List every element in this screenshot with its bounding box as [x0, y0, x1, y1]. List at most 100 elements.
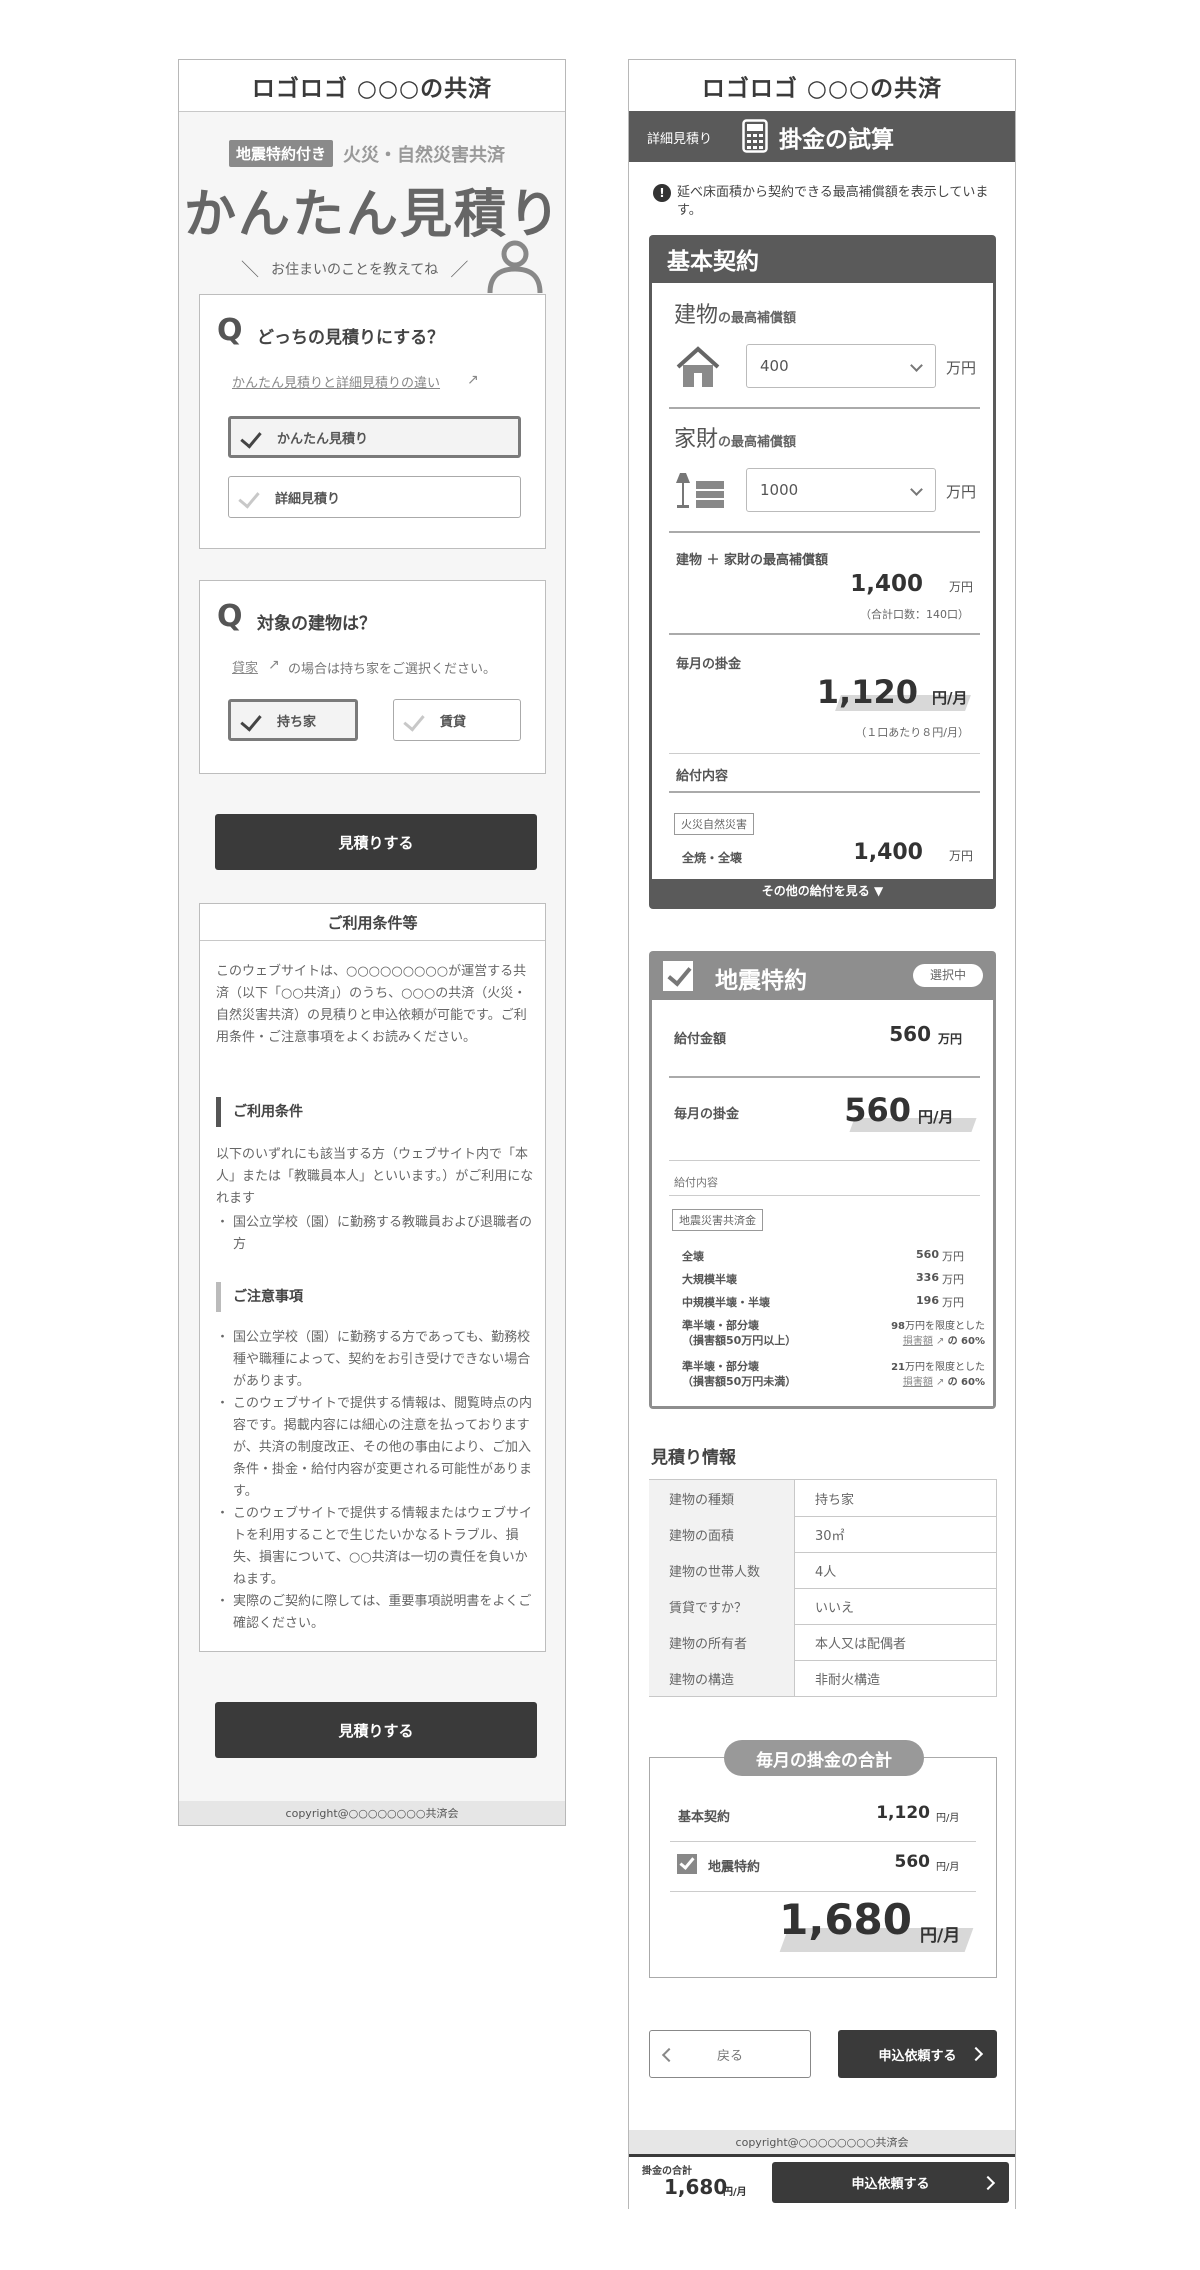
building-amount-select[interactable]: 400	[746, 344, 936, 388]
partial-damage-label: 準半壊・部分壊	[682, 1319, 759, 1332]
partial-damage-limit: 21万円を限度とした 損害額 ↗ の 60%	[891, 1362, 985, 1388]
hero-tagline: お住まいのことを教えてね	[271, 262, 439, 278]
page-title-bar: 詳細見積り 掛金の試算	[629, 111, 1015, 162]
chevron-right-icon	[980, 2175, 996, 2191]
partial-damage-limit: 98万円を限度とした 損害額 ↗ の 60%	[891, 1321, 985, 1347]
summary-total-unit: 円/月	[920, 1926, 961, 1946]
option-rental[interactable]: 賃貸	[393, 699, 521, 741]
monthly-premium-label: 毎月の掛金	[676, 657, 742, 672]
brand-header: ロゴロゴ ○○○の共済	[179, 60, 565, 112]
row-value: 336	[916, 1271, 939, 1284]
list-item: このウェブサイトで提供する情報またはウェブサイトを利用することで生じたいかなるト…	[216, 1503, 534, 1591]
rental-note: の場合は持ち家をご選択ください。	[288, 662, 497, 677]
summary-quake-label: 地震特約	[708, 1860, 761, 1875]
total-coverage-label: 建物 ＋ 家財の最高補償額	[676, 553, 829, 568]
estimate-type-question: Q どっちの見積りにする？ かんたん見積りと詳細見積りの違い ↗ かんたん見積り…	[199, 294, 546, 549]
per-unit-premium: （１口あたり８円/月）	[855, 726, 969, 739]
back-button[interactable]: 戻る	[649, 2030, 811, 2078]
copyright: copyright@○○○○○○○○共済会	[629, 2130, 1015, 2154]
page-title: 掛金の試算	[779, 127, 894, 153]
calculator-icon	[742, 119, 768, 153]
quake-tag: 地震災害共済金	[672, 1209, 763, 1231]
list-item: このウェブサイトで提供する情報は、閲覧時点の内容です。掲載内容には細心の注意を払…	[216, 1393, 534, 1503]
sticky-apply-button[interactable]: 申込依頼する	[772, 2162, 1009, 2203]
q-mark: Q	[217, 313, 243, 348]
notes-list: 国公立学校（園）に勤務する方であっても、勤務校種や職種によって、契約をお引き受け…	[216, 1327, 534, 1635]
row-unit: 万円	[942, 1296, 964, 1309]
furniture-label: 家財の最高補償額	[674, 427, 797, 452]
total-coverage-value: 1,400	[850, 571, 923, 597]
partial-damage-sub: （損害額50万円以上）	[682, 1334, 797, 1347]
option-detailed-estimate[interactable]: 詳細見積り	[228, 476, 521, 518]
chevron-down-icon	[910, 359, 923, 372]
house-icon	[676, 346, 720, 387]
product-category: 火災・自然災害共済	[343, 144, 506, 166]
external-link-icon: ↗	[268, 657, 280, 673]
estimate-difference-link[interactable]: かんたん見積りと詳細見積りの違い	[232, 372, 440, 391]
furniture-icon	[676, 473, 724, 508]
info-icon: !	[653, 184, 671, 202]
damage-amount-link[interactable]: 損害額	[903, 1377, 933, 1388]
option-owned-house[interactable]: 持ち家	[228, 699, 358, 741]
row-label: 大規模半壊	[682, 1273, 737, 1286]
partial-damage-label: 準半壊・部分壊	[682, 1360, 759, 1373]
detailed-estimate-screen: ロゴロゴ ○○○の共済 詳細見積り 掛金の試算 ! 延べ床面積から契約できる最高…	[628, 59, 1016, 2210]
unit-label: 万円	[946, 359, 977, 377]
summary-quake-checkbox[interactable]	[677, 1854, 697, 1874]
conditions-text: 以下のいずれにも該当する方（ウェブサイト内で「本人」または「教職員本人」といいま…	[216, 1147, 534, 1206]
earthquake-option-panel: 地震特約 選択中 給付金額 560 万円 毎月の掛金 560 円/月 給付内容 …	[649, 951, 996, 1409]
row-label: 全壊	[682, 1250, 704, 1263]
building-label: 建物の最高補償額	[674, 303, 797, 328]
q-mark: Q	[217, 599, 243, 634]
total-units: （合計口数：140口）	[860, 608, 969, 621]
check-icon	[679, 1854, 695, 1870]
conditions-list: 国公立学校（園）に勤務する教職員および退職者の方	[216, 1212, 534, 1256]
estimate-button[interactable]: 見積りする	[215, 814, 537, 870]
rental-house-link[interactable]: 貸家	[232, 657, 258, 676]
partial-damage-sub: （損害額50万円未満）	[682, 1375, 797, 1388]
table-row: 建物の種類 持ち家	[649, 1480, 997, 1517]
person-icon	[487, 240, 543, 293]
quake-monthly-value: 560	[844, 1091, 911, 1129]
external-link-icon: ↗	[932, 1336, 948, 1347]
summary-basic-label: 基本契約	[678, 1810, 731, 1825]
benefit-label: 給付内容	[676, 769, 729, 784]
benefit-item: 全焼・全壊	[682, 851, 743, 865]
q2-title: 対象の建物は？	[257, 614, 376, 634]
copyright: copyright@○○○○○○○○共済会	[179, 1801, 565, 1825]
summary-quake-value: 560	[894, 1852, 931, 1872]
summary-basic-value: 1,120	[876, 1803, 930, 1823]
table-row: 建物の世帯人数 4人	[649, 1552, 997, 1589]
estimate-button-bottom[interactable]: 見積りする	[215, 1702, 537, 1758]
apply-button[interactable]: 申込依頼する	[838, 2030, 997, 2078]
amount-value: 560	[889, 1022, 931, 1046]
monthly-unit: 円/月	[918, 1108, 954, 1126]
row-value: 560	[916, 1248, 939, 1261]
row-label: 中規模半壊・半壊	[682, 1296, 770, 1309]
summary-title: 毎月の掛金の合計	[724, 1740, 924, 1776]
amount-label: 給付金額	[674, 1032, 727, 1047]
conditions-heading: ご利用条件	[216, 1097, 303, 1127]
earthquake-option-badge: 地震特約付き	[229, 140, 334, 167]
earthquake-title: 地震特約	[715, 968, 807, 994]
summary-total-value: 1,680	[779, 1895, 912, 1944]
table-row: 建物の面積 30㎡	[649, 1516, 997, 1553]
row-unit: 万円	[942, 1250, 964, 1263]
damage-amount-link[interactable]: 損害額	[903, 1336, 933, 1347]
benefit-tag: 火災自然災害	[674, 813, 754, 835]
terms-intro: このウェブサイトは、○○○○○○○○○が運営する共済（以下「○○共済」）のうち、…	[216, 964, 527, 1045]
list-item: 実際のご契約に際しては、重要事項説明書をよくご確認ください。	[216, 1591, 534, 1635]
basic-contract-title: 基本契約	[667, 249, 759, 275]
check-icon	[667, 961, 692, 987]
unit-label: 円/月	[936, 1862, 960, 1873]
earthquake-checkbox[interactable]	[663, 961, 693, 991]
option-simple-estimate[interactable]: かんたん見積り	[228, 416, 521, 458]
premium-summary: 毎月の掛金の合計 基本契約 1,120 円/月 地震特約 560 円/月 1,6…	[649, 1740, 997, 1978]
table-row: 建物の構造 非耐火構造	[649, 1660, 997, 1697]
unit-label: 万円	[946, 483, 977, 501]
building-type-question: Q 対象の建物は？ 貸家 ↗ の場合は持ち家をご選択ください。 持ち家 賃貸	[199, 580, 546, 774]
chevron-down-icon	[910, 483, 923, 496]
furniture-amount-select[interactable]: 1000	[746, 468, 936, 512]
unit-label: 万円	[938, 1032, 963, 1046]
more-benefits-toggle[interactable]: その他の給付を見る ▼	[649, 882, 996, 899]
